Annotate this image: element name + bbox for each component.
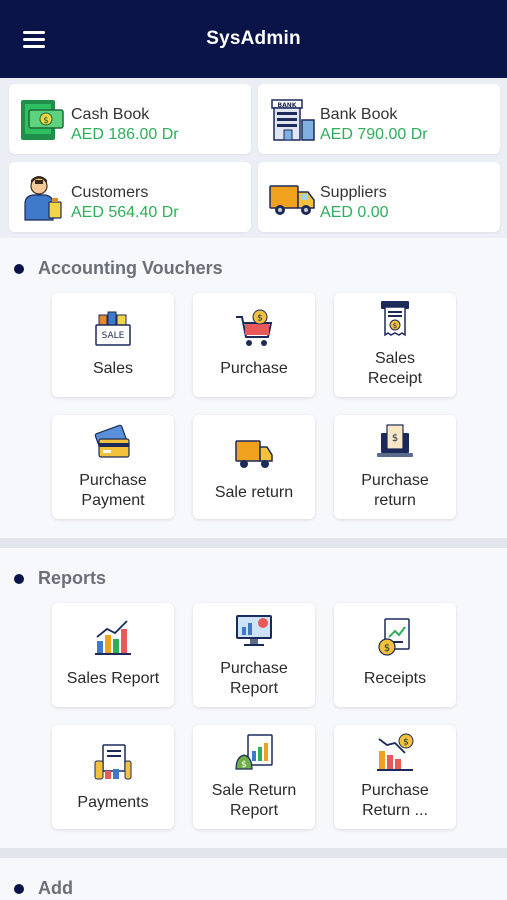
tile-label: Sales <box>92 360 134 377</box>
tile-label: Purchase <box>220 360 288 377</box>
app-header: SysAdmin <box>0 0 507 78</box>
sale-shop-icon: SALE <box>95 311 131 346</box>
cash-book-card[interactable]: $ Cash Book AED 186.00 Dr <box>9 84 251 154</box>
receipt-printer-icon: $ <box>381 301 409 337</box>
tile-label-line1: Purchase <box>361 472 429 489</box>
money-bag-chart-icon: $ <box>235 734 273 770</box>
customer-person-icon <box>24 176 62 221</box>
tile-label-line2: Report <box>229 802 279 819</box>
cash-book-label: Cash Book <box>71 106 150 123</box>
section-title: Reports <box>38 568 107 588</box>
section-title: Add <box>38 878 73 898</box>
purchase-return-tile[interactable]: $ Purchase return <box>334 415 456 519</box>
customers-card[interactable]: Customers AED 564.40 Dr <box>9 162 251 232</box>
suppliers-value: AED 0.00 <box>320 204 389 221</box>
tile-label: Receipts <box>363 670 427 687</box>
bank-book-value: AED 790.00 Dr <box>320 126 428 143</box>
tile-label: Payments <box>77 794 149 811</box>
tile-label: Sales Report <box>66 670 160 687</box>
reports-section: Reports Sales Report Purchase Report $ R… <box>0 548 507 848</box>
svg-text:$: $ <box>241 760 247 770</box>
laptop-invoice-icon: $ <box>377 424 413 457</box>
section-divider <box>0 538 507 548</box>
svg-text:SALE: SALE <box>102 331 125 341</box>
tile-label-line2: Return ... <box>362 802 428 819</box>
tile-label-line2: Payment <box>81 492 145 509</box>
add-section: Add <box>0 858 507 900</box>
svg-text:$: $ <box>403 738 409 748</box>
svg-text:$: $ <box>257 314 263 324</box>
tile-label-line2: return <box>374 492 416 509</box>
bullet-dot-icon <box>14 263 24 274</box>
cash-book-icon: $ <box>21 100 64 140</box>
bar-chart-icon <box>95 620 131 655</box>
payments-tile[interactable]: Payments <box>52 725 174 829</box>
add-heading: Add <box>14 878 73 899</box>
tile-label-line1: Purchase <box>220 660 288 677</box>
accounting-vouchers-section: Accounting Vouchers SALE Sales $ Purchas… <box>0 238 507 538</box>
payment-coins-icon <box>94 744 132 780</box>
tile-label: Sale return <box>214 484 294 501</box>
cash-book-value: AED 186.00 Dr <box>71 126 179 143</box>
delivery-truck-icon <box>269 185 315 215</box>
svg-text:$: $ <box>384 643 390 654</box>
purchase-voucher-tile[interactable]: $ Purchase <box>193 293 315 397</box>
tile-label-line1: Sales <box>374 350 416 367</box>
section-title: Accounting Vouchers <box>38 258 223 278</box>
svg-text:$: $ <box>43 116 49 126</box>
bank-book-label: Bank Book <box>320 106 398 123</box>
svg-text:$: $ <box>393 322 397 330</box>
section-divider <box>0 848 507 858</box>
accounting-vouchers-heading: Accounting Vouchers <box>14 258 223 279</box>
sales-receipt-tile[interactable]: $ Sales Receipt <box>334 293 456 397</box>
bullet-dot-icon <box>14 883 24 894</box>
customers-label: Customers <box>71 184 149 201</box>
sales-voucher-tile[interactable]: SALE Sales <box>52 293 174 397</box>
shopping-cart-icon: $ <box>236 309 273 346</box>
bank-book-card[interactable]: BANK Bank Book AED 790.00 Dr <box>258 84 500 154</box>
summary-panel: $ Cash Book AED 186.00 Dr BANK Bank Book… <box>0 78 507 238</box>
tile-label-line1: Purchase <box>361 782 429 799</box>
tile-label-line2: Report <box>229 680 279 697</box>
bullet-dot-icon <box>14 573 24 584</box>
monitor-chart-icon <box>236 615 272 646</box>
receipts-tile[interactable]: $ Receipts <box>334 603 456 707</box>
purchase-report-tile[interactable]: Purchase Report <box>193 603 315 707</box>
sale-return-tile[interactable]: Sale return <box>193 415 315 519</box>
purchase-payment-tile[interactable]: Purchase Payment <box>52 415 174 519</box>
customers-value: AED 564.40 Dr <box>71 204 179 221</box>
tile-label-line1: Purchase <box>79 472 147 489</box>
app-screen: SysAdmin $ Cash Book AED 186.00 Dr BANK <box>0 0 507 900</box>
reports-heading: Reports <box>14 568 106 589</box>
sales-report-tile[interactable]: Sales Report <box>52 603 174 707</box>
suppliers-label: Suppliers <box>320 184 387 201</box>
credit-card-icon <box>94 424 130 458</box>
return-truck-icon <box>235 440 273 468</box>
receipt-coin-icon: $ <box>378 618 410 656</box>
declining-chart-icon: $ <box>377 733 414 771</box>
tile-label-line2: Receipt <box>367 370 423 387</box>
purchase-return-report-tile[interactable]: $ Purchase Return ... <box>334 725 456 829</box>
page-title: SysAdmin <box>206 28 301 49</box>
svg-text:$: $ <box>392 433 398 444</box>
bank-building-icon: BANK <box>271 99 315 141</box>
tile-label-line1: Sale Return <box>211 782 297 799</box>
suppliers-card[interactable]: Suppliers AED 0.00 <box>258 162 500 232</box>
sale-return-report-tile[interactable]: $ Sale Return Report <box>193 725 315 829</box>
